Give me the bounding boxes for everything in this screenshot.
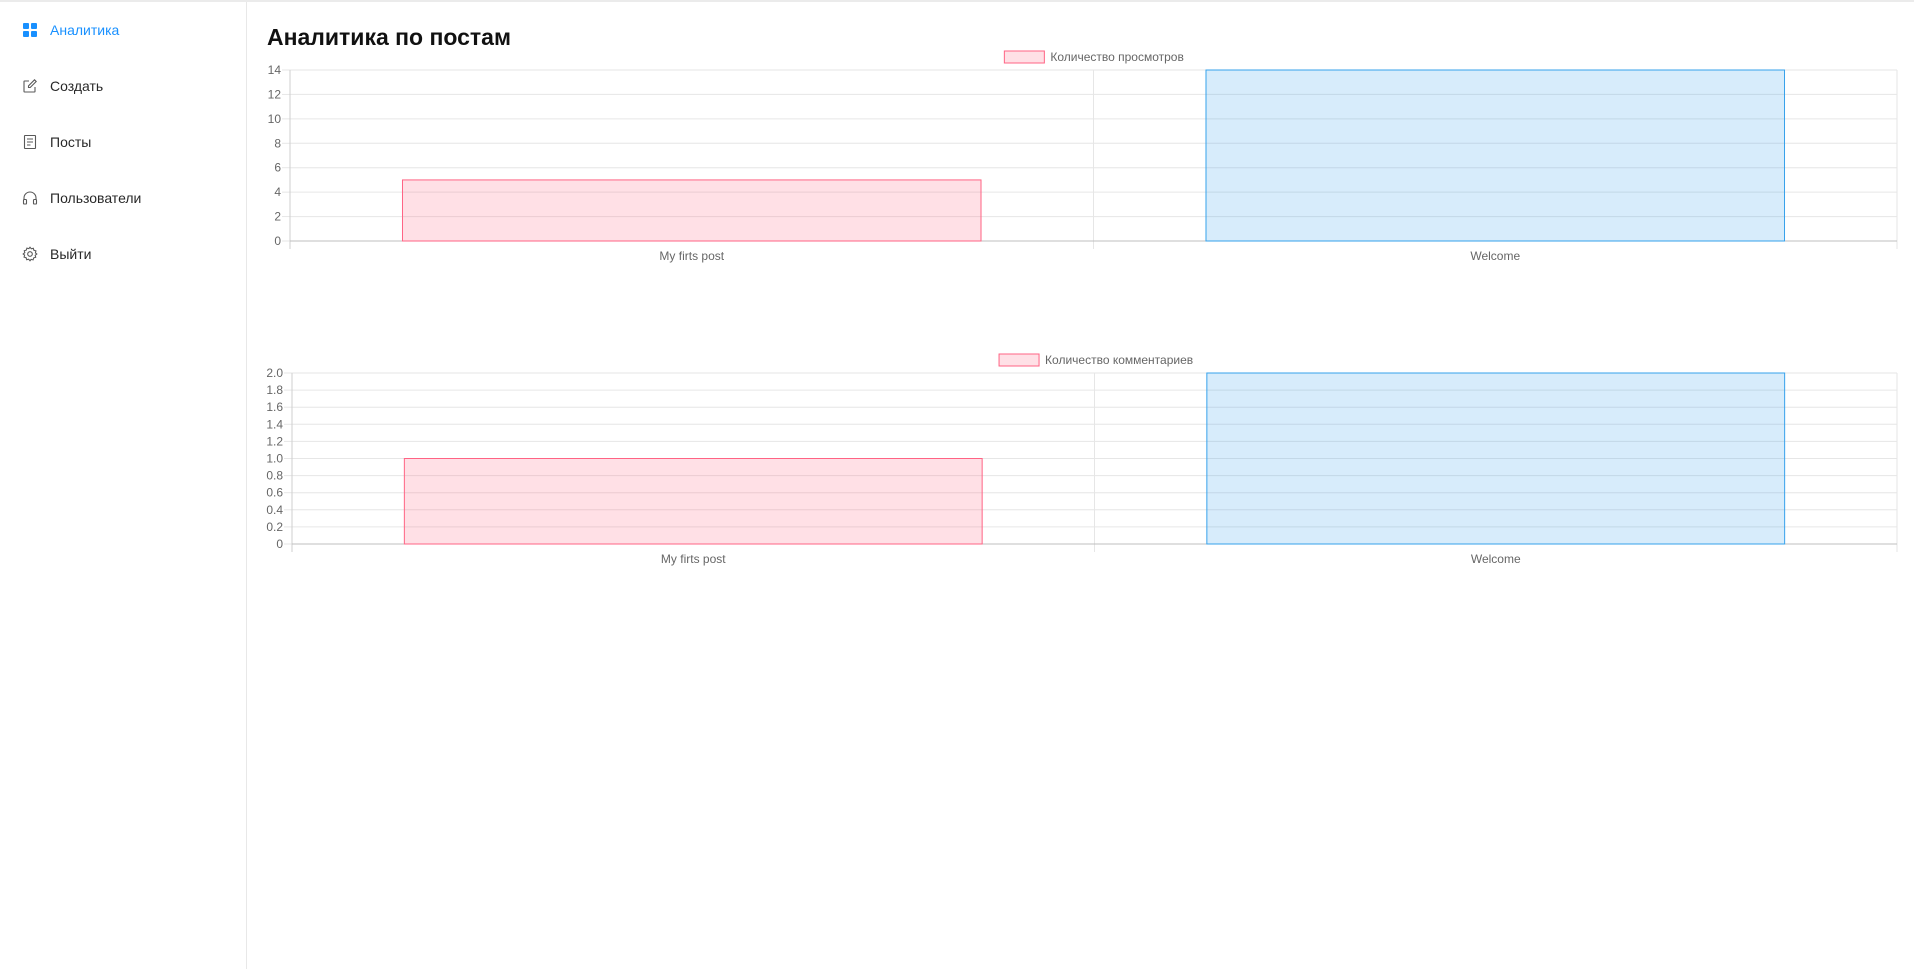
edit-icon xyxy=(22,78,38,94)
views-bar-chart: 0 2 4 6 8 10 12 14 My firts post Welcome Количеств… xyxy=(268,50,1898,263)
y-tick-label: 1.8 xyxy=(266,383,283,397)
dashboard-icon xyxy=(22,22,38,38)
y-tick-label: 0.8 xyxy=(266,469,283,483)
y-tick-label: 8 xyxy=(274,136,281,150)
y-tick-label: 2 xyxy=(274,210,281,224)
sidebar-item-posts[interactable]: Посты xyxy=(0,132,246,152)
bar[interactable] xyxy=(1205,69,1786,242)
sidebar-item-analytics[interactable]: Аналитика xyxy=(0,20,246,40)
y-tick-label: 4 xyxy=(274,185,281,199)
y-tick-label: 1.4 xyxy=(266,417,283,431)
x-tick-label: Welcome xyxy=(1470,249,1520,263)
y-tick-label: 1.0 xyxy=(266,452,283,466)
sidebar-item-label: Посты xyxy=(50,134,92,150)
app-window: Аналитика Создать Посты Пользователи Вый… xyxy=(0,0,1914,969)
y-tick-label: 6 xyxy=(274,161,281,175)
gear-icon xyxy=(22,246,38,262)
legend-label[interactable]: Количество комментариев xyxy=(1045,353,1193,367)
y-tick-label: 10 xyxy=(268,112,282,126)
sidebar-item-create[interactable]: Создать xyxy=(0,76,246,96)
sidebar-item-label: Выйти xyxy=(50,246,92,262)
x-tick-label: My firts post xyxy=(661,552,726,566)
file-text-icon xyxy=(22,134,38,150)
sidebar-item-label: Создать xyxy=(50,78,104,94)
sidebar-menu: Аналитика Создать Посты Пользователи Вый… xyxy=(0,20,246,300)
bar[interactable] xyxy=(401,179,982,242)
sidebar-item-label: Пользователи xyxy=(50,190,142,206)
y-tick-label: 2.0 xyxy=(266,366,283,380)
legend-label[interactable]: Количество просмотров xyxy=(1050,50,1184,64)
y-tick-label: 1.6 xyxy=(266,400,283,414)
x-tick-label: Welcome xyxy=(1471,552,1521,566)
y-tick-label: 0 xyxy=(276,537,283,551)
y-tick-label: 0.6 xyxy=(266,486,283,500)
bar[interactable] xyxy=(1206,372,1786,545)
sidebar-item-users[interactable]: Пользователи xyxy=(0,188,246,208)
sidebar-item-label: Аналитика xyxy=(50,22,120,38)
legend-swatch[interactable] xyxy=(1003,50,1045,64)
bar[interactable] xyxy=(403,458,983,545)
comments-bar-chart: 0 0.2 0.4 0.6 0.8 1.0 1.2 1.4 1.6 1.8 2.0 My firts … xyxy=(266,353,1898,566)
y-tick-label: 14 xyxy=(268,63,282,77)
y-tick-label: 0.4 xyxy=(266,503,283,517)
y-tick-label: 12 xyxy=(268,87,282,101)
y-tick-label: 0 xyxy=(274,234,281,248)
sidebar-item-logout[interactable]: Выйти xyxy=(0,244,246,264)
legend-swatch[interactable] xyxy=(998,353,1040,367)
y-tick-label: 1.2 xyxy=(266,434,283,448)
page-title: Аналитика по постам xyxy=(267,24,511,50)
y-tick-label: 0.2 xyxy=(266,520,283,534)
sidebar: Аналитика Создать Посты Пользователи Вый… xyxy=(0,2,247,969)
headphones-icon xyxy=(22,190,38,206)
main-content: Аналитика по постам 0 2 4 6 8 10 12 14 My firts … xyxy=(247,2,1914,969)
x-tick-label: My firts post xyxy=(659,249,724,263)
